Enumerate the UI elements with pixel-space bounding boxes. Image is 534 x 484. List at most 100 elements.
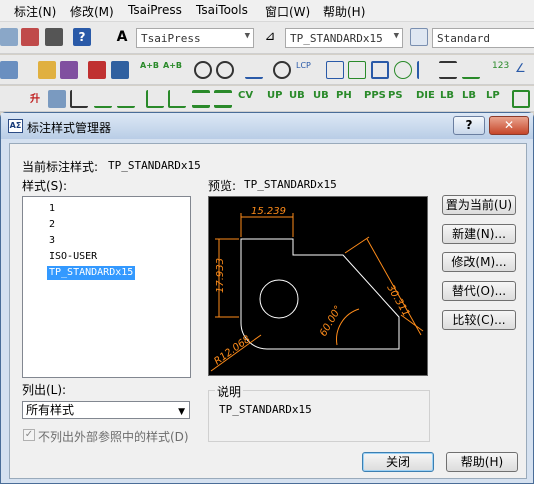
close-button[interactable]: 关闭: [362, 452, 434, 472]
text-style-icon[interactable]: A: [113, 28, 131, 46]
table-style-combo[interactable]: Standard: [432, 28, 534, 48]
chevron-down-icon: ▼: [244, 31, 250, 41]
calculator-icon[interactable]: [45, 28, 63, 46]
tsai-button-ph[interactable]: PH: [336, 90, 352, 108]
list-item[interactable]: ISO-USER: [47, 250, 99, 264]
ext-line: [344, 236, 370, 254]
frame-icon[interactable]: [512, 90, 530, 108]
node-icon[interactable]: [326, 61, 344, 79]
description-label: 说明: [215, 383, 244, 400]
dimension-preview: 15.239 17.933 30.311 60.00° R12.068: [208, 196, 428, 376]
baseline-icon[interactable]: [462, 61, 480, 79]
chevron-down-icon: ▼: [178, 407, 185, 417]
corner-icon[interactable]: [70, 90, 88, 108]
tsai-button-cv[interactable]: CV: [238, 90, 253, 108]
dim-style-combo[interactable]: TP_STANDARDx15 ▼: [285, 28, 403, 48]
hole-circle: [259, 279, 299, 319]
table-style-icon[interactable]: [410, 28, 428, 46]
align-icon[interactable]: [439, 61, 457, 79]
rail-icon[interactable]: [214, 90, 232, 108]
layer-icon[interactable]: [0, 61, 18, 79]
erase-icon[interactable]: [88, 61, 106, 79]
help-icon[interactable]: ?: [73, 28, 91, 46]
menu-window[interactable]: 窗口(W): [265, 3, 310, 20]
tsai-button-ub2[interactable]: UB: [313, 90, 329, 108]
dim-text-right: 30.311: [384, 283, 411, 319]
angle-icon[interactable]: [417, 61, 435, 79]
list-label: 列出(L):: [22, 383, 67, 397]
current-style-label: 当前标注样式:: [22, 160, 99, 174]
rail-icon[interactable]: [192, 90, 210, 108]
text-stack-icon[interactable]: A+B: [163, 61, 182, 79]
tsai-button-lb2[interactable]: LB: [462, 90, 476, 108]
current-style-value: TP_STANDARDx15: [108, 159, 201, 172]
styles-label: 样式(S):: [22, 179, 68, 193]
ring-icon[interactable]: [394, 61, 412, 79]
menu-dimension[interactable]: 标注(N): [14, 3, 56, 20]
set-current-button[interactable]: 置为当前(U): [442, 195, 516, 215]
exclude-xref-checkbox[interactable]: ✓: [23, 429, 35, 441]
new-button[interactable]: 新建(N)...: [442, 224, 516, 244]
angle-mark-icon[interactable]: ∠: [515, 61, 533, 79]
tsai-button-die[interactable]: DIE: [416, 90, 435, 108]
styles-list[interactable]: 1 2 3 ISO-USER TP_STANDARDx15: [22, 196, 191, 378]
pencil-icon[interactable]: [38, 61, 56, 79]
snap-icon[interactable]: [273, 61, 291, 79]
list-item[interactable]: 1: [47, 202, 57, 216]
description-group: 说明 TP_STANDARDx15: [208, 383, 430, 442]
offset-icon[interactable]: [117, 90, 135, 108]
lcp-icon[interactable]: LCP: [296, 61, 314, 79]
step-icon[interactable]: [168, 90, 186, 108]
match-icon[interactable]: [0, 28, 18, 46]
line-icon[interactable]: [245, 61, 263, 79]
tsai-button-lb[interactable]: LB: [440, 90, 454, 108]
tangent-icon[interactable]: [348, 61, 366, 79]
brush-icon[interactable]: [60, 61, 78, 79]
circle-icon[interactable]: [216, 61, 234, 79]
override-button[interactable]: 替代(O)...: [442, 281, 516, 301]
tsai-button-ub[interactable]: UB: [289, 90, 305, 108]
toolbar-draw: A+B A+B LCP 123 ∠: [0, 55, 534, 85]
stack-icon[interactable]: [48, 90, 66, 108]
tsai-button-pps[interactable]: PPS: [364, 90, 386, 108]
menu-bar: 标注(N) 修改(M) TsaiPress TsaiTools 窗口(W) 帮助…: [0, 0, 534, 22]
tsai-button-lp[interactable]: LP: [486, 90, 500, 108]
close-titlebar-button[interactable]: ✕: [489, 116, 529, 135]
copy-icon[interactable]: [111, 61, 129, 79]
number-icon[interactable]: 123: [492, 61, 510, 79]
list-item-selected[interactable]: TP_STANDARDx15: [47, 266, 136, 280]
help-titlebar-button[interactable]: ?: [453, 116, 485, 135]
dim-text-top: 15.239: [251, 206, 286, 217]
tsai-button-ps[interactable]: PS: [388, 90, 403, 108]
help-button[interactable]: 帮助(H): [446, 452, 518, 472]
modify-button[interactable]: 修改(M)...: [442, 252, 516, 272]
list-item[interactable]: 3: [47, 234, 57, 248]
autocad-icon: AΣ: [8, 119, 23, 133]
chevron-down-icon: ▼: [393, 31, 399, 41]
text-add-icon[interactable]: A+B: [140, 61, 159, 79]
dialog-client: 当前标注样式: TP_STANDARDx15 样式(S): 1 2 3 ISO-…: [9, 143, 527, 479]
dimension-texts: 15.239 17.933 30.311 60.00° R12.068: [212, 206, 411, 367]
dialog-titlebar[interactable]: AΣ 标注样式管理器 ? ✕: [1, 113, 533, 139]
toolbar-tsai: 升 CV UP UB UB PH PPS PS DIE LB LB LP: [0, 86, 534, 112]
text-style-combo[interactable]: TsaiPress ▼: [136, 28, 254, 48]
menu-tsaitools[interactable]: TsaiTools: [196, 3, 248, 17]
menu-help[interactable]: 帮助(H): [323, 3, 365, 20]
dim-style-icon[interactable]: ⊿: [261, 28, 279, 46]
menu-modify[interactable]: 修改(M): [70, 3, 114, 20]
preview-label: 预览:: [208, 179, 237, 193]
box-icon[interactable]: [371, 61, 389, 79]
tsai-button-1[interactable]: 升: [30, 90, 40, 108]
dim-text-left: 17.933: [215, 258, 226, 293]
menu-tsaipress[interactable]: TsaiPress: [128, 3, 182, 17]
list-item[interactable]: 2: [47, 218, 57, 232]
list-filter-select[interactable]: 所有样式 ▼: [22, 401, 190, 419]
toolbar-styles: ? A TsaiPress ▼ ⊿ TP_STANDARDx15 ▼ Standar…: [0, 22, 534, 54]
compare-button[interactable]: 比较(C)...: [442, 310, 516, 330]
dim-text-radius: R12.068: [212, 334, 252, 368]
circle-icon[interactable]: [194, 61, 212, 79]
step-icon[interactable]: [146, 90, 164, 108]
offset-icon[interactable]: [94, 90, 112, 108]
publish-icon[interactable]: [21, 28, 39, 46]
tsai-button-up[interactable]: UP: [267, 90, 282, 108]
